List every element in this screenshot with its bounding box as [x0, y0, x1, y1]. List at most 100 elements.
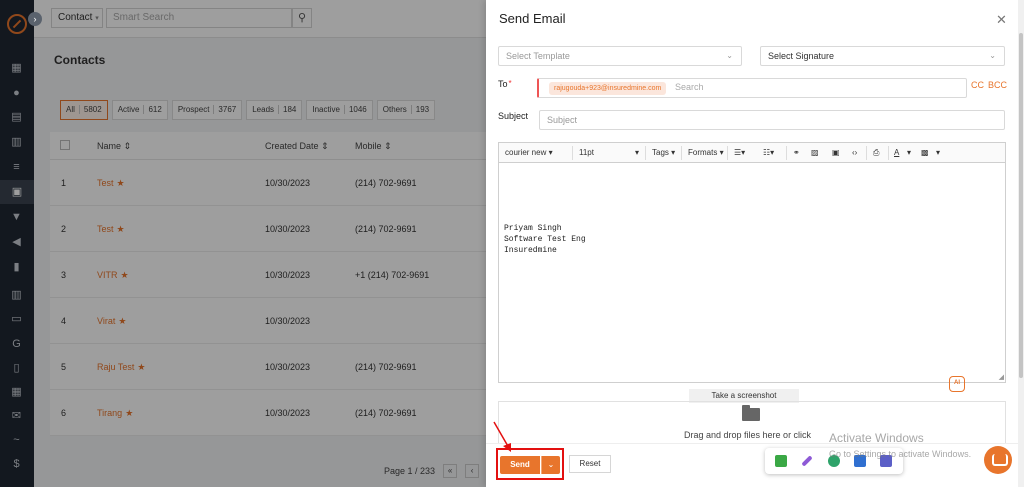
signature-icon[interactable]: ~ [10, 434, 23, 446]
filter-leads[interactable]: Leads 184 [246, 100, 303, 120]
formats-menu[interactable]: Formats ▾ [688, 148, 724, 157]
list-icon[interactable]: ≡ [10, 161, 23, 173]
print-icon[interactable]: ⎙ [873, 148, 879, 158]
numbered-list-icon[interactable]: ☷▾ [763, 148, 774, 157]
table-row[interactable]: 1 Test ★ 10/30/2023 (214) 702-9691 [50, 160, 510, 206]
scrollbar-thumb[interactable] [1019, 33, 1023, 378]
template-select[interactable]: Select Template ⌄ [498, 46, 742, 66]
reset-button[interactable]: Reset [569, 455, 611, 473]
to-recipients-input[interactable]: rajugouda+923@insuredmine.com Search [537, 78, 967, 98]
contacts-table: Name ⇕ Created Date ⇕ Mobile ⇕ 1 Test ★ 1… [50, 132, 510, 436]
contact-name-link[interactable]: Test ★ [97, 224, 125, 235]
dashboard-icon[interactable]: ▦ [10, 62, 23, 74]
star-icon[interactable]: ★ [118, 316, 126, 326]
cc-link[interactable]: CC [971, 80, 984, 90]
contact-name-link[interactable]: VITR ★ [97, 270, 129, 281]
contact-name: Virat [97, 316, 116, 326]
link-icon[interactable]: ⚭ [793, 148, 800, 157]
tags-label: Tags [652, 148, 669, 157]
users-icon[interactable]: ● [10, 87, 23, 99]
star-icon[interactable]: ★ [121, 270, 129, 280]
attachment-dropzone[interactable]: Drag and drop files here or click [498, 401, 1006, 443]
close-icon[interactable]: ✕ [996, 12, 1007, 28]
contact-name-link[interactable]: Tirang ★ [97, 408, 133, 419]
resize-handle-icon[interactable]: ◢ [999, 373, 1004, 381]
filter-prospect[interactable]: Prospect 3767 [171, 100, 243, 120]
table-row[interactable]: 3 VITR ★ 10/30/2023 +1 (214) 702-9691 [50, 252, 510, 298]
table-row[interactable]: 5 Raju Test ★ 10/30/2023 (214) 702-9691 [50, 344, 510, 390]
filter-active[interactable]: Active 612 [111, 100, 168, 120]
header-mobile[interactable]: Mobile ⇕ [355, 141, 392, 152]
contact-name: Raju Test [97, 362, 135, 372]
subject-input[interactable]: Subject [539, 110, 1005, 130]
filter-icon[interactable]: ▼ [10, 211, 23, 223]
chat-support-icon[interactable] [984, 446, 1012, 474]
filter-inactive[interactable]: Inactive 1046 [306, 100, 373, 120]
background-color-icon[interactable]: ▩ [921, 148, 929, 157]
prev-page-icon[interactable]: ‹ [465, 464, 480, 478]
contacts-icon[interactable]: ▣ [0, 180, 34, 204]
file-icon[interactable]: ▮ [10, 261, 23, 273]
filter-label: All [66, 105, 75, 114]
dollar-icon[interactable]: $ [10, 458, 23, 470]
chevron-down-icon[interactable]: ▾ [936, 148, 940, 157]
recipient-chip[interactable]: rajugouda+923@insuredmine.com [549, 82, 667, 95]
header-created-date[interactable]: Created Date ⇕ [265, 141, 329, 152]
image-icon[interactable]: ▨ [811, 148, 819, 157]
signature-line: Insuredmine [504, 246, 557, 255]
sidebar-toggle-icon[interactable]: › [28, 12, 42, 26]
email-editor[interactable]: courier new ▾ 11pt ▾ Tags ▾ Formats ▾ ☰▾… [498, 142, 1006, 383]
book-icon[interactable]: ▯ [10, 362, 23, 374]
pen-icon[interactable] [801, 455, 813, 467]
toolbar-divider [866, 146, 867, 160]
table-row[interactable]: 2 Test ★ 10/30/2023 (214) 702-9691 [50, 206, 510, 252]
send-options-chevron-icon[interactable]: ⌄ [541, 456, 560, 474]
megaphone-icon[interactable]: ◀ [10, 236, 23, 248]
code-icon[interactable]: ‹› [852, 148, 857, 157]
table-row[interactable]: 6 Tirang ★ 10/30/2023 (214) 702-9691 [50, 390, 510, 436]
font-family-value: courier new [505, 148, 547, 157]
filter-all[interactable]: All 5802 [60, 100, 108, 120]
star-icon[interactable]: ★ [137, 362, 145, 372]
app-logo-icon[interactable] [7, 14, 27, 34]
chevron-down-icon[interactable]: ▾ [635, 148, 639, 157]
calendar-icon[interactable]: ▦ [10, 386, 23, 398]
bullet-list-icon[interactable]: ☰▾ [734, 148, 745, 157]
filter-others[interactable]: Others 193 [376, 100, 436, 120]
smart-search-input[interactable]: Smart Search [106, 8, 292, 28]
filter-count: 193 [410, 105, 430, 114]
folder-open-icon[interactable]: ▭ [10, 313, 23, 325]
header-name[interactable]: Name ⇕ [97, 141, 131, 152]
search-icon[interactable]: ⚲ [292, 8, 312, 28]
chevron-down-icon[interactable]: ▾ [907, 148, 911, 157]
select-all-checkbox[interactable] [60, 140, 70, 150]
first-page-icon[interactable]: « [443, 464, 458, 478]
star-icon[interactable]: ★ [117, 224, 125, 234]
send-button[interactable]: Send [500, 456, 540, 474]
star-icon[interactable]: ★ [117, 178, 125, 188]
ai-assistant-icon[interactable]: AI [949, 376, 965, 392]
documents-icon[interactable]: ▤ [10, 111, 23, 123]
chevron-down-icon: ⌄ [989, 51, 996, 60]
shield-check-icon[interactable] [775, 455, 787, 467]
modal-scrollbar[interactable] [1018, 0, 1024, 487]
contact-name-link[interactable]: Test ★ [97, 178, 125, 189]
contact-name: Test [97, 224, 114, 234]
contact-type-select[interactable]: Contact ▾ [51, 8, 103, 28]
bank-icon[interactable]: ▥ [10, 136, 23, 148]
font-size-select[interactable]: 11pt [579, 148, 594, 157]
media-icon[interactable]: ▣ [832, 148, 840, 157]
reports-icon[interactable]: ▥ [10, 289, 23, 301]
text-color-icon[interactable]: A [894, 148, 899, 157]
bcc-link[interactable]: BCC [988, 80, 1007, 90]
google-icon[interactable]: G [10, 338, 23, 350]
contact-name-link[interactable]: Raju Test ★ [97, 362, 145, 373]
contact-name-link[interactable]: Virat ★ [97, 316, 126, 327]
tags-menu[interactable]: Tags ▾ [652, 148, 675, 157]
editor-body[interactable]: Priyam Singh Software Test Eng Insuredmi… [504, 223, 586, 256]
table-row[interactable]: 4 Virat ★ 10/30/2023 [50, 298, 510, 344]
star-icon[interactable]: ★ [125, 408, 133, 418]
font-family-select[interactable]: courier new ▾ [505, 148, 553, 157]
signature-select[interactable]: Select Signature ⌄ [760, 46, 1005, 66]
mail-icon[interactable]: ✉ [10, 410, 23, 422]
